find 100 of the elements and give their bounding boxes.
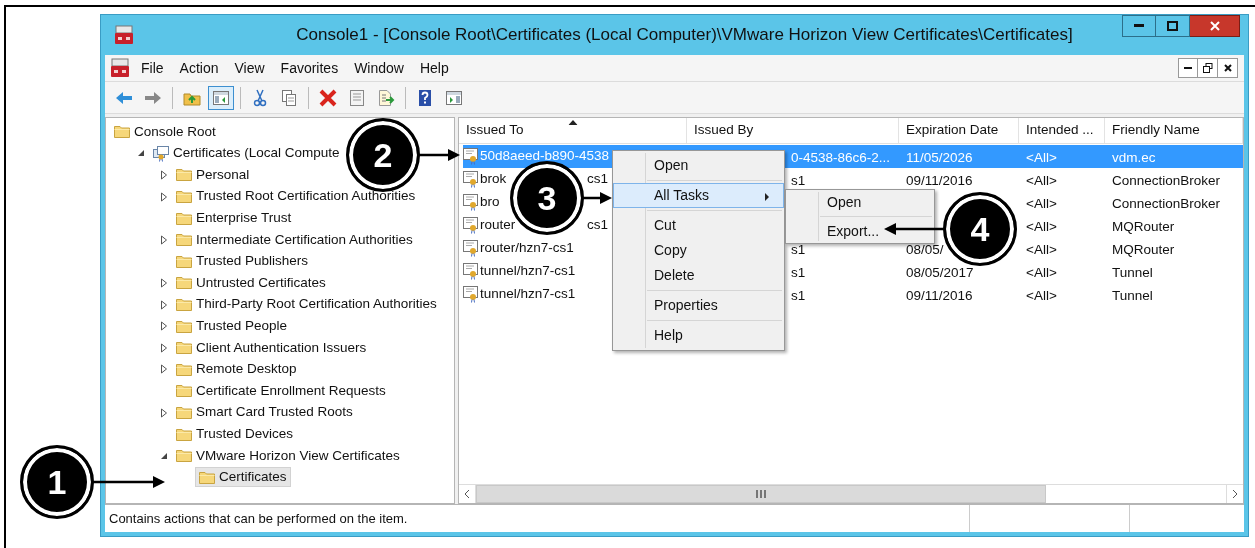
table-cell-text: tunnel/hzn7-cs1 bbox=[480, 262, 576, 281]
pane-icon bbox=[212, 88, 230, 107]
child-restore-button[interactable] bbox=[1198, 58, 1218, 78]
scrollbar-thumb[interactable] bbox=[476, 485, 1046, 503]
table-cell: 08/05/ bbox=[906, 241, 944, 257]
tree-item[interactable]: Enterprise Trust bbox=[172, 208, 296, 229]
table-cell: s1 bbox=[791, 241, 806, 257]
scroll-right-button[interactable] bbox=[1226, 485, 1243, 503]
menu-item[interactable]: Help bbox=[613, 323, 784, 348]
table-cell-text: brok bbox=[480, 170, 507, 189]
column-header[interactable]: Issued To bbox=[459, 118, 687, 143]
expand-arrow-icon[interactable] bbox=[160, 299, 168, 310]
table-cell: Tunnel bbox=[1112, 264, 1153, 280]
menu-item[interactable]: Action bbox=[171, 57, 227, 79]
callout-arrow bbox=[884, 223, 944, 235]
expand-arrow-icon[interactable] bbox=[160, 234, 168, 245]
child-close-button[interactable] bbox=[1218, 58, 1238, 78]
app-icon[interactable] bbox=[115, 25, 133, 45]
table-cell: 09/11/2016 bbox=[906, 172, 973, 188]
table-cell: 08/05/2017 bbox=[906, 264, 974, 280]
menu-item[interactable]: View bbox=[226, 57, 273, 79]
menu-item[interactable]: Open bbox=[786, 190, 871, 214]
tree-item[interactable]: Certificate Enrollment Requests bbox=[172, 380, 390, 401]
expand-arrow-icon[interactable] bbox=[160, 277, 168, 288]
menu-item[interactable]: Help bbox=[411, 57, 457, 79]
tree-item[interactable]: Client Authentication Issuers bbox=[172, 337, 371, 358]
expand-arrow-icon[interactable] bbox=[160, 191, 168, 202]
toolbar-button[interactable] bbox=[208, 85, 234, 110]
tree-item[interactable]: Console Root bbox=[110, 121, 220, 142]
callout-arrow bbox=[93, 476, 165, 488]
tree-item[interactable]: Untrusted Certificates bbox=[172, 272, 330, 293]
menu-item[interactable]: Favorites bbox=[272, 57, 347, 79]
tree-item[interactable]: Remote Desktop bbox=[172, 359, 301, 380]
table-cell-text: tunnel/hzn7-cs1 bbox=[480, 285, 576, 304]
folder-icon bbox=[176, 382, 192, 400]
tree-item[interactable]: Trusted Devices bbox=[172, 424, 298, 445]
column-header[interactable]: Intended ... bbox=[1019, 118, 1105, 143]
menu-item[interactable]: Cut bbox=[613, 213, 784, 238]
table-cell-text: router/hzn7-cs1 bbox=[480, 239, 574, 258]
status-text: Contains actions that can be performed on the item. bbox=[105, 505, 970, 532]
table-cell: <All> bbox=[1026, 241, 1057, 257]
help-icon bbox=[416, 88, 434, 107]
collapse-arrow-icon[interactable] bbox=[137, 149, 145, 158]
table-cell: <All> bbox=[1026, 149, 1057, 165]
menu-item[interactable]: File bbox=[133, 57, 172, 79]
table-cell: MQRouter bbox=[1112, 218, 1175, 234]
menu-item[interactable]: Window bbox=[346, 57, 412, 79]
tree-item[interactable]: Third-Party Root Certification Authorities bbox=[172, 294, 441, 315]
callout-arrow bbox=[583, 192, 612, 204]
expand-arrow-icon[interactable] bbox=[160, 170, 168, 180]
delete-icon bbox=[319, 88, 337, 107]
expand-arrow-icon[interactable] bbox=[160, 407, 168, 418]
table-cell: <All> bbox=[1026, 172, 1057, 188]
column-header[interactable]: Friendly Name bbox=[1105, 118, 1243, 143]
expand-arrow-icon[interactable] bbox=[160, 321, 168, 332]
folder-icon bbox=[176, 166, 192, 184]
collapse-arrow-icon[interactable] bbox=[160, 451, 168, 460]
maximize-button[interactable] bbox=[1156, 15, 1190, 37]
certificate-icon bbox=[463, 240, 479, 257]
scroll-left-button[interactable] bbox=[459, 485, 476, 503]
certificate-icon bbox=[463, 263, 479, 280]
table-cell: <All> bbox=[1026, 195, 1057, 211]
table-cell: ConnectionBroker bbox=[1112, 195, 1221, 211]
tree-item[interactable]: Smart Card Trusted Roots bbox=[172, 402, 357, 423]
close-button[interactable] bbox=[1190, 15, 1240, 37]
menu-item[interactable]: Delete bbox=[613, 263, 784, 288]
menu-item[interactable]: Export... bbox=[786, 219, 889, 243]
table-cell-text: cs1 bbox=[587, 170, 608, 189]
document-icon bbox=[348, 88, 366, 107]
chevron-right-icon bbox=[1232, 489, 1238, 499]
column-header[interactable]: Issued By bbox=[687, 118, 899, 143]
table-cell: s1 bbox=[791, 172, 806, 188]
tree-item[interactable]: Trusted Publishers bbox=[172, 251, 313, 272]
table-cell: s1 bbox=[791, 287, 806, 303]
table-cell: MQRouter bbox=[1112, 241, 1175, 257]
app-icon[interactable] bbox=[111, 58, 129, 78]
table-cell: <All> bbox=[1026, 218, 1057, 234]
tree-item[interactable]: VMware Horizon View Certificates bbox=[172, 445, 404, 466]
certificate-icon bbox=[463, 286, 479, 303]
copy-icon bbox=[280, 88, 298, 107]
tree-item[interactable]: Certificates (Local Compute bbox=[149, 143, 344, 164]
tree-item[interactable]: Intermediate Certification Authorities bbox=[172, 229, 417, 250]
column-header[interactable]: Expiration Date bbox=[899, 118, 1019, 143]
menu-item[interactable]: All Tasks bbox=[613, 183, 784, 208]
pane-icon bbox=[445, 88, 463, 107]
table-cell: <All> bbox=[1026, 264, 1057, 280]
expand-arrow-icon[interactable] bbox=[160, 342, 168, 353]
table-cell: ConnectionBroker bbox=[1112, 172, 1221, 188]
tree-item[interactable]: Certificates bbox=[195, 467, 291, 488]
menu-item[interactable]: Copy bbox=[613, 238, 784, 263]
callout-arrow bbox=[419, 149, 460, 161]
expand-arrow-icon[interactable] bbox=[160, 364, 168, 375]
menu-item[interactable]: Properties bbox=[613, 293, 784, 318]
table-cell-text: cs1 bbox=[587, 216, 608, 235]
tree-item[interactable]: Trusted People bbox=[172, 316, 292, 337]
minimize-button[interactable] bbox=[1122, 15, 1156, 37]
certificate-icon bbox=[463, 194, 479, 211]
tree-item[interactable]: Personal bbox=[172, 165, 254, 185]
child-minimize-button[interactable] bbox=[1178, 58, 1198, 78]
folder-icon bbox=[176, 231, 192, 249]
